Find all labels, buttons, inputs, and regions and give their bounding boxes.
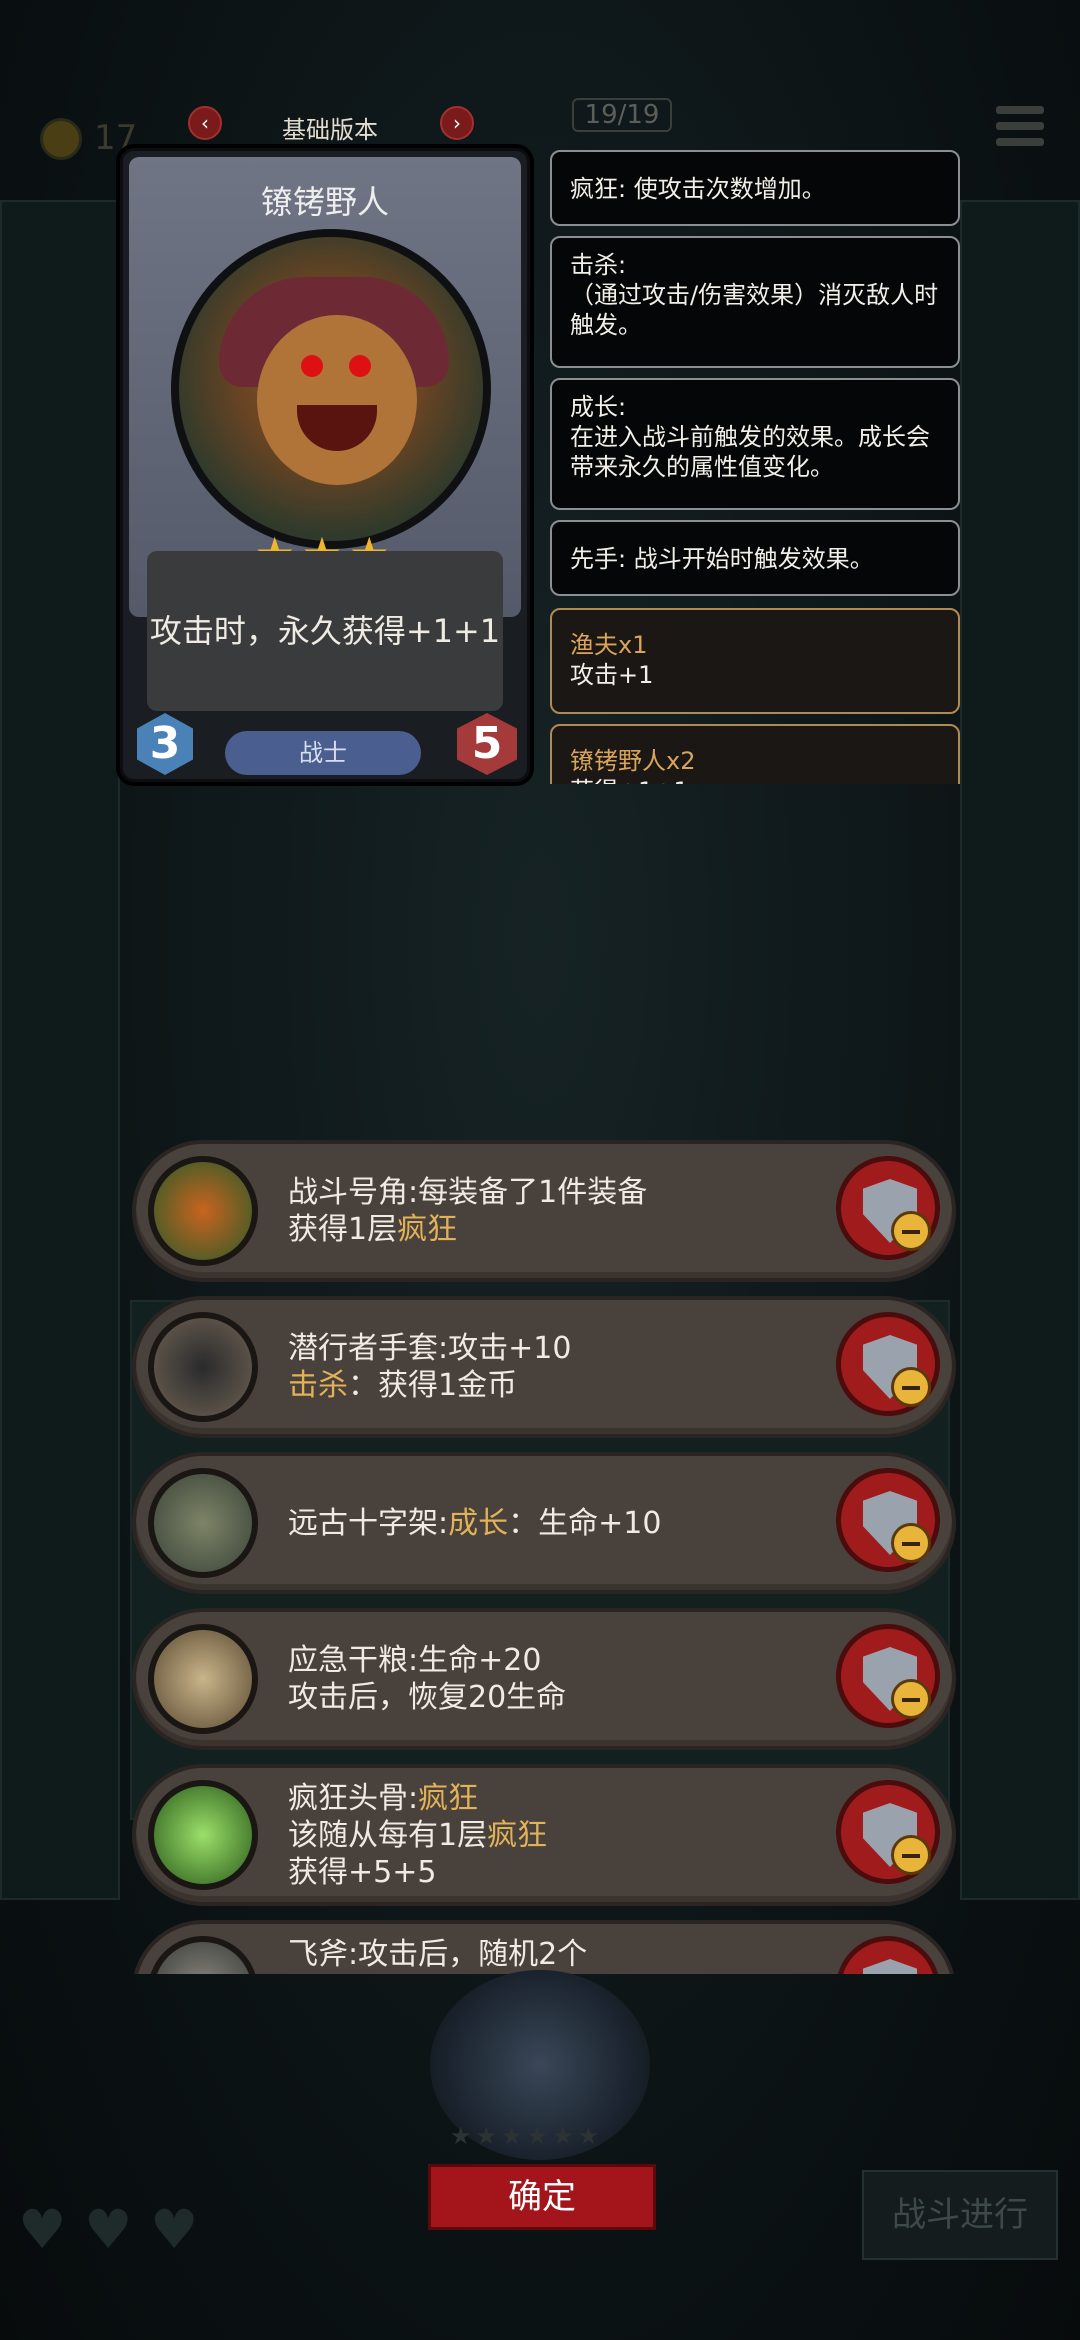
prev-version-button[interactable]: ‹	[188, 106, 222, 140]
heart-icon: ♥	[18, 2198, 67, 2261]
health-value: 5	[457, 713, 517, 775]
equipment-list[interactable]: 战斗号角:每装备了1件装备 获得1层疯狂 潜行者手套:攻击+10 击杀：获得1金…	[120, 1140, 970, 1974]
card-frame: 镣铐野人 ★★★	[129, 157, 521, 617]
equipment-item[interactable]: 飞斧:攻击后，随机2个	[132, 1920, 956, 1974]
remove-equipment-button[interactable]	[836, 1936, 940, 1974]
unit-card: 镣铐野人 ★★★ 攻击时，永久获得+1+1 3 战士 5	[120, 148, 530, 782]
remove-equipment-button[interactable]	[836, 1468, 940, 1572]
equipment-item[interactable]: 疯狂头骨:疯狂 该随从每有1层疯狂 获得+5+5	[132, 1764, 956, 1906]
ration-icon	[148, 1624, 258, 1734]
synergy-clip: 镣铐野人x2 获得+1+1	[540, 720, 970, 784]
remove-equipment-button[interactable]	[836, 1312, 940, 1416]
bg-right-panel	[960, 200, 1080, 1900]
equipment-item[interactable]: 战斗号角:每装备了1件装备 获得1层疯狂	[132, 1140, 956, 1282]
next-version-button[interactable]: ›	[440, 106, 474, 140]
keyword-frenzy: 疯狂: 使攻击次数增加。	[550, 150, 960, 226]
bg-left-panel	[0, 200, 120, 1900]
skull-icon	[148, 1780, 258, 1890]
remove-equipment-button[interactable]	[836, 1156, 940, 1260]
pedestal-stars: ★★★★★★	[450, 2122, 604, 2150]
equipment-item[interactable]: 远古十字架:成长：生命+10	[132, 1452, 956, 1594]
synergy-fisherman: 渔夫x1 攻击+1	[550, 608, 960, 714]
menu-icon[interactable]	[996, 106, 1044, 154]
remove-equipment-button[interactable]	[836, 1624, 940, 1728]
attack-value: 3	[137, 713, 193, 775]
card-ability-text: 攻击时，永久获得+1+1	[147, 551, 503, 711]
card-name: 镣铐野人	[260, 183, 389, 221]
axe-icon	[148, 1936, 258, 1974]
game-screen: 17 19/19 ‹ 基础版本 › 镣铐野人 ★★★ 攻击时，永久获得+1+1 …	[0, 0, 1080, 2340]
coin-icon	[40, 118, 82, 160]
glove-icon	[148, 1312, 258, 1422]
version-label: 基础版本	[282, 116, 378, 144]
confirm-button[interactable]: 确定	[428, 2164, 656, 2230]
heart-icon: ♥	[84, 2198, 133, 2261]
keyword-growth: 成长: 在进入战斗前触发的效果。成长会带来永久的属性值变化。	[550, 378, 960, 510]
keyword-first-strike: 先手: 战斗开始时触发效果。	[550, 520, 960, 596]
heart-icon: ♥	[150, 2198, 199, 2261]
tribe-badge: 战士	[225, 731, 421, 775]
brute-portrait	[171, 229, 491, 549]
war-horn-icon	[148, 1156, 258, 1266]
keyword-kill: 击杀: （通过攻击/伤害效果）消灭敌人时触发。	[550, 236, 960, 368]
equipment-item[interactable]: 应急干粮:生命+20 攻击后，恢复20生命	[132, 1608, 956, 1750]
remove-equipment-button[interactable]	[836, 1780, 940, 1884]
equipment-item[interactable]: 潜行者手套:攻击+10 击杀：获得1金币	[132, 1296, 956, 1438]
synergy-brute: 镣铐野人x2 获得+1+1	[550, 724, 960, 784]
card-counter: 19/19	[572, 98, 672, 132]
cross-icon	[148, 1468, 258, 1578]
start-battle-button[interactable]: 战斗进行	[862, 2170, 1058, 2260]
